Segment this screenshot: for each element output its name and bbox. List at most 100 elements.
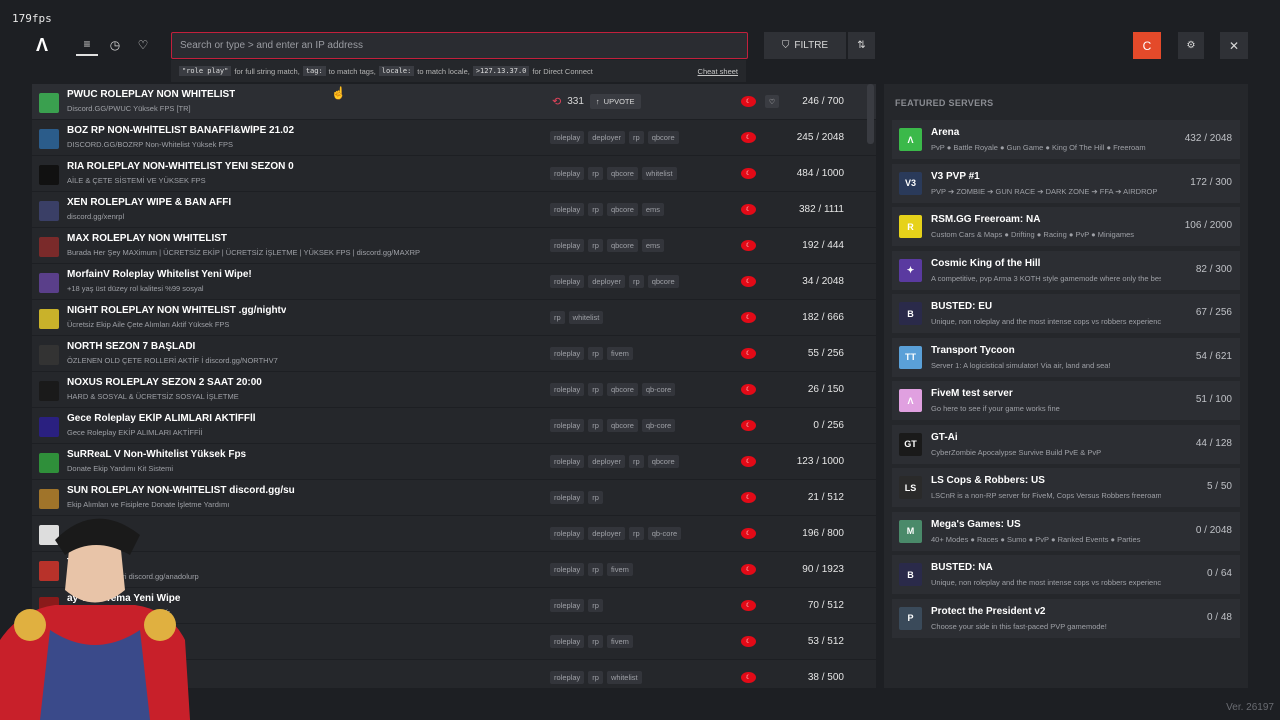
server-tag[interactable]: rp [588,671,603,684]
server-tag[interactable]: rp [629,131,644,144]
close-icon[interactable]: ✕ [1220,32,1248,59]
server-row[interactable]: BOZ RP NON-WHİTELIST BANAFFİ&WİPE 21.02 … [32,120,876,156]
server-tag[interactable]: roleplay [550,635,585,648]
server-tag[interactable]: rp [588,347,603,360]
server-tag[interactable]: roleplay [550,275,585,288]
server-tag[interactable]: roleplay [550,203,585,216]
server-tag[interactable]: rp [588,239,603,252]
featured-server-row[interactable]: LS LS Cops & Robbers: US LSCnR is a non-… [892,468,1240,507]
featured-server-row[interactable]: R RSM.GG Freeroam: NA Custom Cars & Maps… [892,207,1240,246]
server-tag[interactable]: fivem [606,347,633,360]
server-tag[interactable]: qbcore [606,239,638,252]
server-tag[interactable]: qb-core [647,527,682,540]
server-tag[interactable]: roleplay [550,239,585,252]
server-tag[interactable]: whitelist [641,167,677,180]
server-tag[interactable]: qbcore [606,383,638,396]
server-tag[interactable]: rp [550,311,565,324]
featured-server-row[interactable]: GT GT-Ai CyberZombie Apocalypse Survive … [892,424,1240,464]
server-tag[interactable]: roleplay [550,563,585,576]
featured-server-row[interactable]: P Protect the President v2 Choose your s… [892,598,1240,638]
server-tag[interactable]: rp [629,275,644,288]
gear-icon[interactable]: ⚙ [1178,32,1204,59]
server-tag[interactable]: qbcore [606,167,638,180]
history-icon[interactable]: ◷ [104,34,126,56]
server-tag[interactable]: rp [588,563,603,576]
featured-player-count: 432 / 2048 [1184,133,1232,144]
upvote-button[interactable]: ↑ UPVOTE [589,94,641,109]
server-tags: roleplay deployer rp qbcore [550,131,679,144]
server-tag[interactable]: rp [629,527,644,540]
turkey-flag-icon: ☾ [741,600,756,611]
server-tag[interactable]: qbcore [647,275,679,288]
featured-server-row[interactable]: B BUSTED: EU Unique, non roleplay and th… [892,294,1240,333]
featured-server-row[interactable]: Λ FiveM test server Go here to see if yo… [892,381,1240,420]
server-tag[interactable]: roleplay [550,599,585,612]
scrollbar[interactable] [867,84,874,144]
server-tag[interactable]: qbcore [606,419,638,432]
server-tag[interactable]: fivem [606,635,633,648]
server-tag[interactable]: qbcore [647,455,679,468]
server-tag[interactable]: qb-core [641,383,676,396]
server-row[interactable]: NOXUS ROLEPLAY SEZON 2 SAAT 20:00 HARD &… [32,372,876,408]
server-tag[interactable]: roleplay [550,527,585,540]
featured-player-count: 82 / 300 [1195,263,1232,275]
sort-icon[interactable]: ⇅ [848,32,875,59]
server-row[interactable]: MAX ROLEPLAY NON WHITELIST Burada Her Şe… [32,228,876,264]
server-row[interactable]: NIGHT ROLEPLAY NON WHITELIST .gg/nightv … [32,300,876,336]
version-label: Ver. 26197 [1226,702,1274,713]
featured-server-description: 40+ Modes ● Races ● Sumo ● PvP ● Ranked … [931,534,1141,544]
server-tag[interactable]: whitelist [606,671,642,684]
server-tag[interactable]: qb-core [641,419,676,432]
server-tag[interactable]: roleplay [550,455,585,468]
server-tag[interactable]: rp [588,599,603,612]
filter-button[interactable]: ⛉ FILTRE [764,32,846,59]
server-tag[interactable]: rp [588,383,603,396]
server-tag[interactable]: deployer [588,275,626,288]
server-row[interactable]: SuRReaL V Non-Whitelist Yüksek Fps Donat… [32,444,876,480]
featured-server-row[interactable]: V3 V3 PVP #1 PVP ➔ ZOMBIE ➔ GUN RACE ➔ D… [892,163,1240,203]
server-tag[interactable]: fivem [606,563,633,576]
server-tag[interactable]: deployer [588,455,626,468]
server-tag[interactable]: roleplay [550,383,585,396]
server-tag[interactable]: deployer [588,131,626,144]
server-row[interactable]: NORTH SEZON 7 BAŞLADI ÖZLENEN OLD ÇETE R… [32,336,876,372]
server-tag[interactable]: rp [588,419,603,432]
featured-server-row[interactable]: ✦ Cosmic King of the Hill A competitive,… [892,250,1240,290]
server-tag[interactable]: roleplay [550,491,585,504]
server-row[interactable]: MorfainV Roleplay Whitelist Yeni Wipe! +… [32,264,876,300]
server-tag[interactable]: ems [641,239,665,252]
hint-text: to match locale, [417,66,470,76]
search-input[interactable] [171,32,748,59]
server-tag[interactable]: roleplay [550,671,585,684]
server-tag[interactable]: roleplay [550,131,585,144]
featured-server-icon: M [899,519,922,543]
server-tags: roleplay rp qbcore ems [550,239,665,252]
favorites-icon[interactable]: ♡ [132,34,154,56]
server-row[interactable]: RIA ROLEPLAY NON-WHITELIST YENI SEZON 0 … [32,156,876,192]
server-tag[interactable]: deployer [588,527,626,540]
server-tag[interactable]: rp [588,167,603,180]
server-list-icon[interactable]: ≡ [76,34,98,56]
server-tag[interactable]: ems [641,203,665,216]
featured-server-row[interactable]: Λ Arena PvP ● Battle Royale ● Gun Game ●… [892,120,1240,159]
fivem-logo[interactable]: Λ [36,36,54,54]
heart-icon[interactable]: ♡ [765,95,779,108]
server-tag[interactable]: roleplay [550,167,585,180]
server-tag[interactable]: rp [588,491,603,504]
featured-server-row[interactable]: TT Transport Tycoon Server 1: A logicist… [892,337,1240,377]
server-tag[interactable]: qbcore [606,203,638,216]
server-row[interactable]: XEN ROLEPLAY WIPE & BAN AFFI discord.gg/… [32,192,876,228]
featured-server-row[interactable]: B BUSTED: NA Unique, non roleplay and th… [892,555,1240,594]
server-tag[interactable]: roleplay [550,347,585,360]
c-button[interactable]: C [1133,32,1161,59]
server-tag[interactable]: roleplay [550,419,585,432]
featured-server-row[interactable]: M Mega's Games: US 40+ Modes ● Races ● S… [892,511,1240,551]
server-row[interactable]: Gece Roleplay EKİP ALIMLARI AKTİFFİİ Gec… [32,408,876,444]
server-tag[interactable]: rp [588,203,603,216]
server-tag[interactable]: rp [588,635,603,648]
server-tag[interactable]: qbcore [647,131,679,144]
cheat-sheet-link[interactable]: Cheat sheet [698,67,738,76]
server-row[interactable]: PWUC ROLEPLAY NON WHITELIST Discord.GG/P… [32,84,876,120]
server-tag[interactable]: rp [629,455,644,468]
server-tag[interactable]: whitelist [568,311,604,324]
